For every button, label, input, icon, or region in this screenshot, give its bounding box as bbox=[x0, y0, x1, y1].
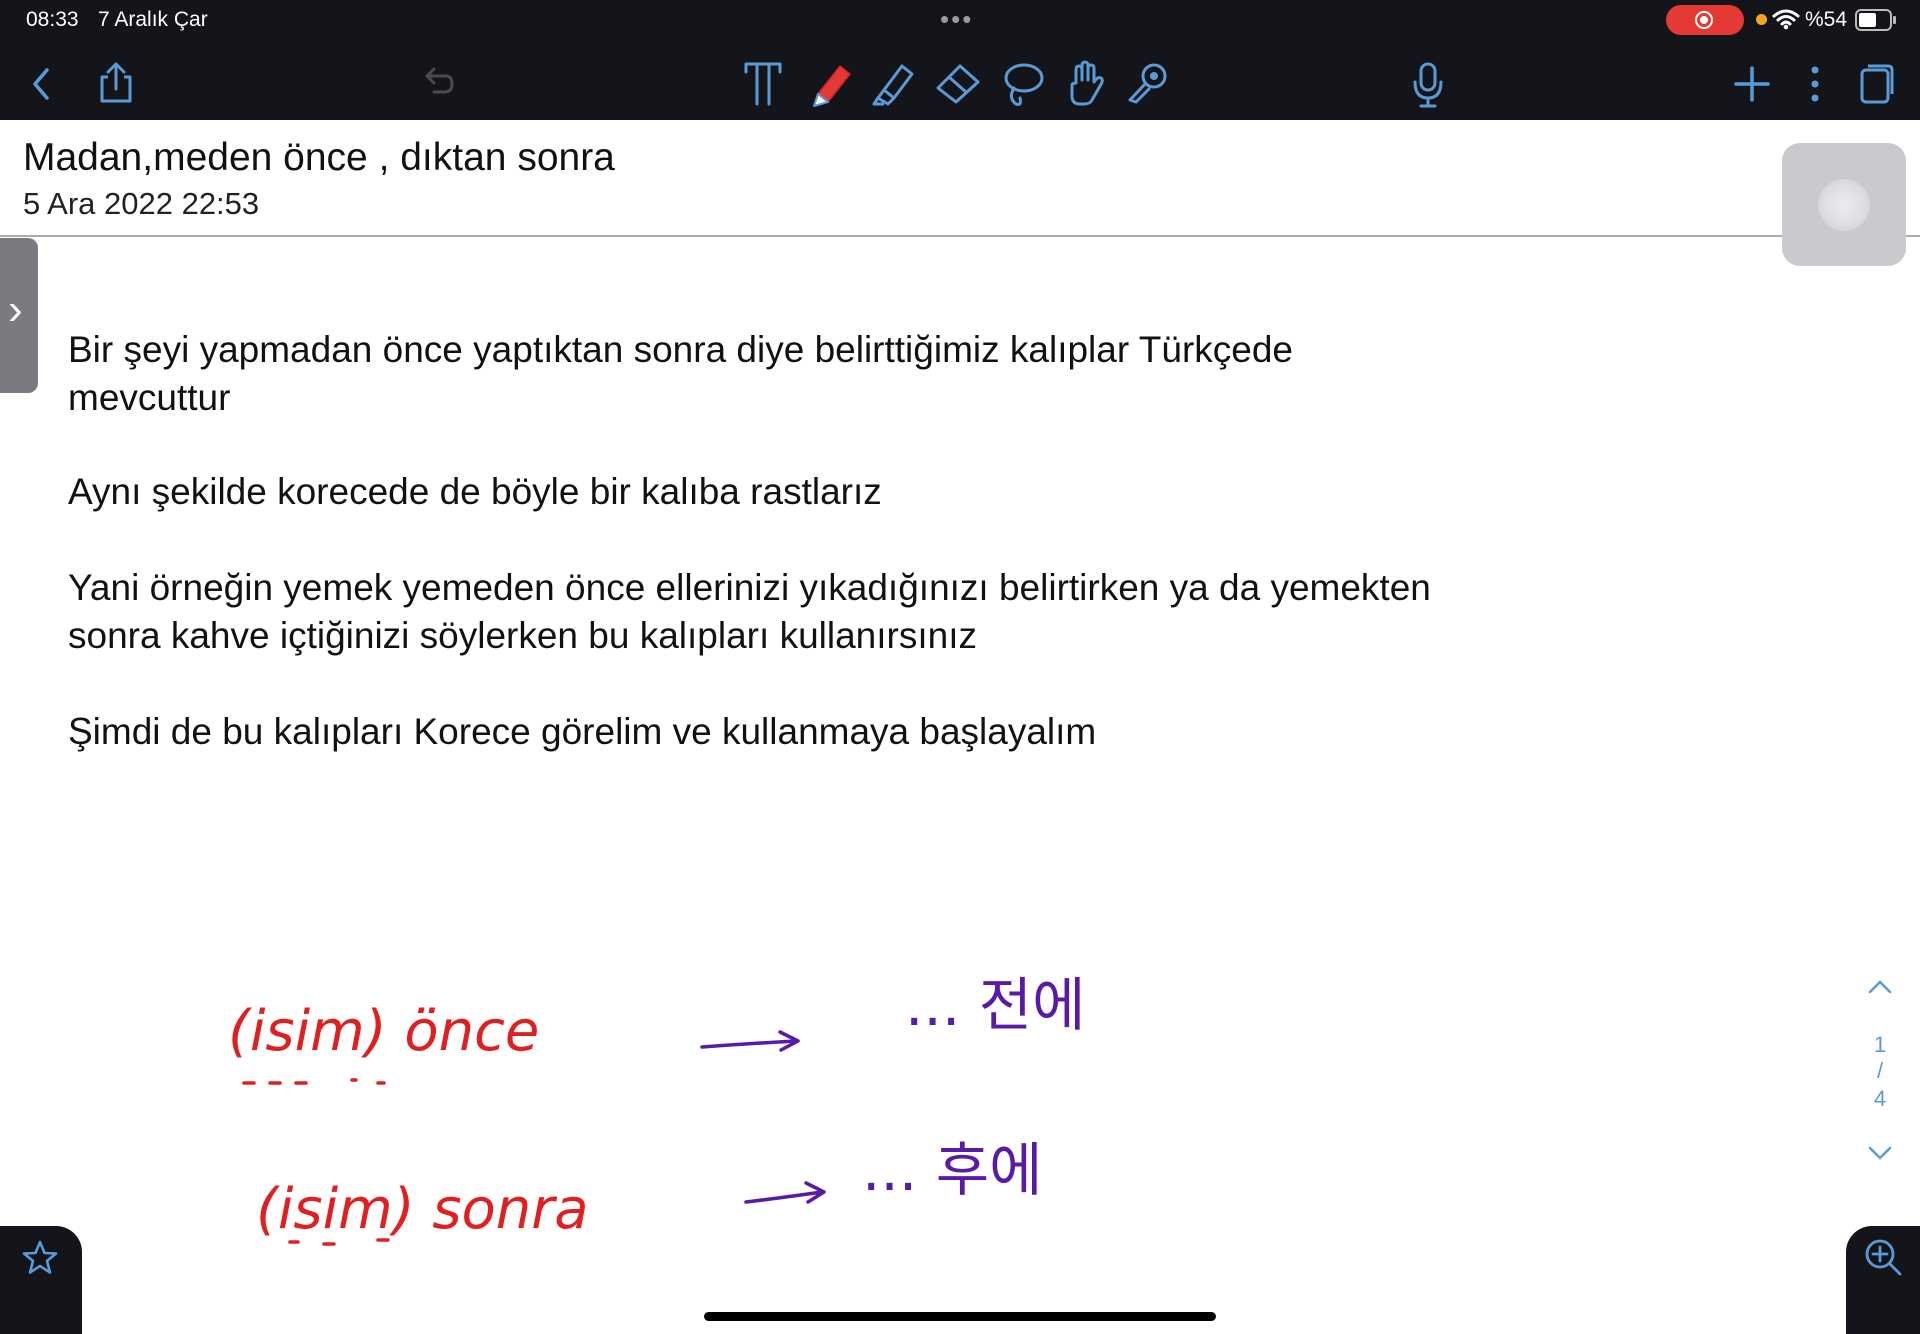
chevron-right-icon: › bbox=[8, 285, 23, 334]
battery-icon bbox=[1855, 9, 1896, 31]
paragraph-4: Şimdi de bu kalıpları Korece görelim ve … bbox=[68, 708, 1668, 756]
pages-icon[interactable] bbox=[1852, 60, 1896, 108]
paragraph-line: Aynı şekilde korecede de böyle bir kalıb… bbox=[68, 471, 882, 512]
page-total: 4 bbox=[1873, 1086, 1887, 1111]
chevron-up-icon[interactable] bbox=[1866, 978, 1894, 998]
share-icon[interactable] bbox=[94, 60, 138, 106]
hand-icon[interactable] bbox=[1064, 58, 1108, 108]
chevron-down-icon[interactable] bbox=[1866, 1142, 1894, 1162]
multitasking-dots[interactable]: ••• bbox=[940, 4, 973, 35]
arrow-icon bbox=[744, 1181, 826, 1204]
eraser-icon[interactable] bbox=[934, 60, 982, 106]
paragraph-line: mevcuttur bbox=[68, 377, 231, 418]
sidebar-toggle[interactable]: › bbox=[0, 238, 38, 393]
status-date: 7 Aralık Çar bbox=[98, 8, 208, 31]
handwriting-text: ... 후에 bbox=[862, 1136, 1042, 1204]
document-title[interactable]: Madan,meden önce , dıktan sonra bbox=[23, 136, 615, 180]
mic-in-use-dot bbox=[1756, 14, 1767, 25]
page-current: 1 bbox=[1873, 1032, 1887, 1057]
add-icon[interactable] bbox=[1730, 62, 1774, 106]
paragraph-3: Yani örneğin yemek yemeden önce ellerini… bbox=[68, 564, 1668, 660]
handwriting-row-2-right: ... 후에 bbox=[862, 1136, 1042, 1204]
paragraph-line: Yani örneğin yemek yemeden önce ellerini… bbox=[68, 567, 1431, 608]
zoom-button[interactable] bbox=[1846, 1226, 1920, 1334]
handwritten-notes: (isim) önce ... 전에 (isim) sonra ... 후에 bbox=[228, 971, 1085, 1246]
handwriting-row-1-left: (isim) önce bbox=[228, 999, 539, 1085]
assistive-touch-icon bbox=[1818, 179, 1870, 231]
undo-icon[interactable] bbox=[418, 62, 458, 102]
record-icon bbox=[1695, 11, 1713, 29]
document-date: 5 Ara 2022 22:53 bbox=[23, 186, 260, 221]
wifi-icon bbox=[1772, 9, 1800, 30]
top-toolbar: 08:33 7 Aralık Çar ••• %54 bbox=[0, 0, 1920, 120]
arrow-icon bbox=[700, 1030, 800, 1052]
favorite-button[interactable] bbox=[0, 1226, 82, 1334]
pen-icon[interactable] bbox=[808, 58, 854, 108]
handwriting-row-1-right: ... 전에 bbox=[905, 971, 1085, 1039]
zoom-in-icon bbox=[1865, 1239, 1902, 1276]
paragraph-1: Bir şeyi yapmadan önce yaptıktan sonra d… bbox=[68, 326, 1668, 422]
battery-percent: %54 bbox=[1805, 8, 1848, 31]
home-indicator[interactable] bbox=[704, 1312, 1216, 1321]
text-tool-icon[interactable] bbox=[742, 60, 784, 106]
page-separator: / bbox=[1876, 1058, 1884, 1083]
paragraph-line: Şimdi de bu kalıpları Korece görelim ve … bbox=[68, 711, 1097, 752]
star-icon bbox=[22, 1240, 58, 1274]
assistive-touch-button[interactable] bbox=[1782, 143, 1906, 266]
back-icon[interactable] bbox=[22, 62, 62, 106]
screen-recording-indicator[interactable] bbox=[1666, 5, 1744, 35]
highlighter-icon[interactable] bbox=[870, 58, 916, 108]
more-icon[interactable] bbox=[1800, 62, 1830, 106]
handwriting-text: (isim) önce bbox=[228, 999, 539, 1064]
paragraph-line: sonra kahve içtiğinizi söylerken bu kalı… bbox=[68, 615, 977, 656]
handwriting-text: (isim) sonra bbox=[256, 1177, 589, 1242]
handwriting-row-2-left: (isim) sonra bbox=[256, 1177, 589, 1246]
microphone-icon[interactable] bbox=[1410, 60, 1446, 110]
paragraph-2: Aynı şekilde korecede de böyle bir kalıb… bbox=[68, 468, 1668, 516]
status-time: 08:33 bbox=[26, 8, 79, 31]
handwriting-text: ... 전에 bbox=[905, 971, 1085, 1039]
laser-pointer-icon[interactable] bbox=[1126, 60, 1172, 106]
lasso-icon[interactable] bbox=[1000, 60, 1046, 108]
paragraph-line: Bir şeyi yapmadan önce yaptıktan sonra d… bbox=[68, 329, 1294, 370]
